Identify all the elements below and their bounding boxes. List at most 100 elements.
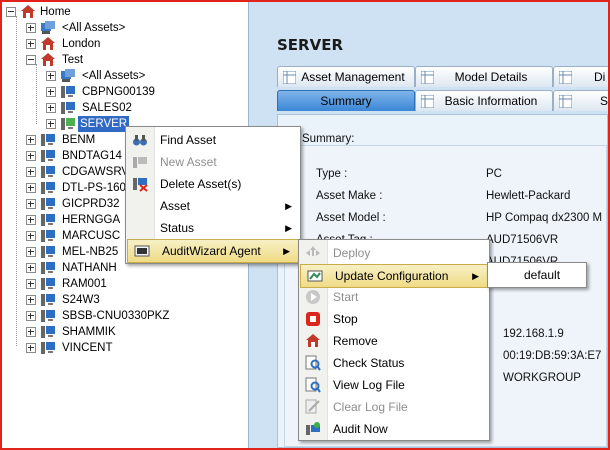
- computer-icon: [40, 180, 56, 195]
- menu-item-config-default[interactable]: default: [488, 264, 586, 286]
- expand-toggle-icon[interactable]: [26, 295, 36, 305]
- new-asset-icon: [132, 154, 148, 170]
- server-icon: [60, 116, 76, 131]
- computer-icon: [40, 244, 56, 259]
- expand-toggle-icon[interactable]: [26, 343, 36, 353]
- tree-label: GICPRD32: [62, 198, 120, 210]
- location-icon: [40, 36, 56, 51]
- stop-icon: [305, 311, 321, 327]
- tree-label: CDGAWSRV: [62, 166, 130, 178]
- expand-toggle-icon[interactable]: [26, 279, 36, 289]
- all-assets-icon: [60, 68, 76, 83]
- collapse-toggle-icon[interactable]: [6, 7, 16, 17]
- expand-toggle-icon[interactable]: [26, 231, 36, 241]
- field-value-type: PC: [486, 168, 502, 180]
- computer-icon: [40, 324, 56, 339]
- tab-basic-information[interactable]: Basic Information: [415, 90, 553, 111]
- computer-icon: [40, 308, 56, 323]
- expand-toggle-icon[interactable]: [26, 247, 36, 257]
- menu-item-find-asset[interactable]: Find Asset: [126, 129, 300, 151]
- computer-icon: [40, 276, 56, 291]
- tree-label: <All Assets>: [62, 22, 126, 34]
- computer-icon: [40, 148, 56, 163]
- computer-icon: [40, 164, 56, 179]
- expand-toggle-icon[interactable]: [46, 71, 56, 81]
- expand-toggle-icon[interactable]: [46, 87, 56, 97]
- asset-context-menu: Find Asset New Asset Delete Asset(s) Ass…: [125, 126, 301, 264]
- field-value-tag: AUD71506VR: [486, 234, 559, 246]
- tab-summary[interactable]: Summary: [277, 90, 415, 111]
- tree-label: SHAMMIK: [62, 326, 116, 338]
- delete-asset-icon: [132, 176, 148, 192]
- expand-toggle-icon[interactable]: [46, 103, 56, 113]
- field-value-model: HP Compaq dx2300 M: [486, 212, 603, 224]
- tree-connector: [36, 64, 38, 124]
- section-label: Summary:: [302, 133, 355, 145]
- computer-icon: [40, 292, 56, 307]
- computer-icon: [40, 340, 56, 355]
- expand-toggle-icon[interactable]: [26, 23, 36, 33]
- view-log-icon: [305, 377, 321, 393]
- tree-label: MARCUSC: [62, 230, 121, 242]
- tab-asset-management[interactable]: Asset Management: [277, 66, 415, 87]
- update-config-icon: [307, 268, 323, 284]
- menu-item-audit-now[interactable]: Audit Now: [299, 418, 489, 440]
- menu-item-view-log-file[interactable]: View Log File: [299, 374, 489, 396]
- menu-item-remove[interactable]: Remove: [299, 330, 489, 352]
- computer-icon: [60, 100, 76, 115]
- computer-icon: [40, 228, 56, 243]
- menu-item-deploy[interactable]: Deploy: [299, 242, 489, 264]
- agent-submenu: Deploy Update Configuration ▶ Start Stop…: [298, 239, 490, 441]
- expand-toggle-icon[interactable]: [26, 135, 36, 145]
- field-label-model: Asset Model :: [316, 212, 386, 224]
- expand-toggle-icon[interactable]: [26, 167, 36, 177]
- tree-label: SALES02: [82, 102, 132, 114]
- computer-icon: [40, 132, 56, 147]
- tree-label-selected: SERVER: [78, 116, 130, 132]
- tree-label: DTL-PS-160: [62, 182, 126, 194]
- submenu-arrow-icon: ▶: [472, 271, 479, 281]
- menu-item-auditwizard-agent[interactable]: AuditWizard Agent ▶: [127, 239, 299, 263]
- tree-label: BENM: [62, 134, 96, 146]
- tree-label: NATHANH: [62, 262, 117, 274]
- computer-icon: [40, 212, 56, 227]
- tab-model-details[interactable]: Model Details: [415, 66, 553, 87]
- menu-item-new-asset[interactable]: New Asset: [126, 151, 300, 173]
- menu-item-status[interactable]: Status ▶: [126, 217, 300, 239]
- submenu-arrow-icon: ▶: [283, 246, 290, 256]
- tree-label: <All Assets>: [82, 70, 146, 82]
- tree-label: Home: [40, 6, 71, 18]
- menu-item-stop[interactable]: Stop: [299, 308, 489, 330]
- menu-item-clear-log-file[interactable]: Clear Log File: [299, 396, 489, 418]
- expand-toggle-icon[interactable]: [46, 119, 56, 129]
- expand-toggle-icon[interactable]: [26, 39, 36, 49]
- menu-item-check-status[interactable]: Check Status: [299, 352, 489, 374]
- expand-toggle-icon[interactable]: [26, 151, 36, 161]
- expand-toggle-icon[interactable]: [26, 311, 36, 321]
- expand-toggle-icon[interactable]: [26, 199, 36, 209]
- collapse-toggle-icon[interactable]: [26, 55, 36, 65]
- computer-icon: [60, 84, 76, 99]
- field-value-mac: 00:19:DB:59:3A:E7: [503, 350, 602, 362]
- submenu-arrow-icon: ▶: [285, 223, 292, 233]
- tab-di[interactable]: Di: [553, 66, 608, 87]
- tree-label: SBSB-CNU0330PKZ: [62, 310, 170, 322]
- agent-icon: [134, 243, 150, 259]
- computer-icon: [40, 196, 56, 211]
- tab-s[interactable]: S: [553, 90, 608, 111]
- remove-icon: [305, 333, 321, 349]
- expand-toggle-icon[interactable]: [26, 183, 36, 193]
- field-label-make: Asset Make :: [316, 190, 383, 202]
- tree-label: S24W3: [62, 294, 100, 306]
- menu-item-update-configuration[interactable]: Update Configuration ▶: [300, 264, 488, 288]
- expand-toggle-icon[interactable]: [26, 263, 36, 273]
- application-window: Home <All Assets> London Test <All Asset…: [0, 0, 610, 450]
- menu-item-delete-assets[interactable]: Delete Asset(s): [126, 173, 300, 195]
- menu-item-start[interactable]: Start: [299, 286, 489, 308]
- expand-toggle-icon[interactable]: [26, 327, 36, 337]
- configuration-submenu: default: [487, 262, 587, 288]
- menu-item-asset[interactable]: Asset ▶: [126, 195, 300, 217]
- field-value-domain: WORKGROUP: [503, 372, 581, 384]
- field-value-make: Hewlett-Packard: [486, 190, 571, 202]
- expand-toggle-icon[interactable]: [26, 215, 36, 225]
